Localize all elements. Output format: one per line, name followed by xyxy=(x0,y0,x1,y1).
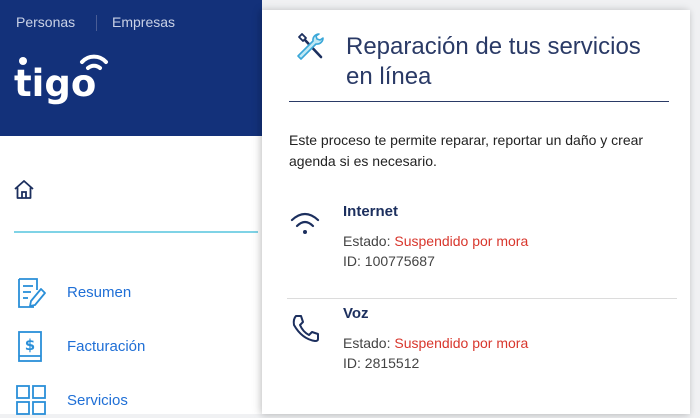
sidebar-item-label: Facturación xyxy=(67,338,146,355)
service-name: Internet xyxy=(343,203,399,220)
status-value: Suspendido por mora xyxy=(394,233,529,249)
invoice-dollar-icon: $ xyxy=(18,331,42,362)
sidebar: Personas Empresas tigo Resumen $ Factura… xyxy=(0,0,262,415)
sidebar-divider xyxy=(14,231,258,233)
sidebar-item-servicios[interactable]: Servicios xyxy=(14,384,254,418)
nav-empresas-link[interactable]: Empresas xyxy=(112,14,175,30)
document-edit-icon xyxy=(18,278,46,308)
status-label: Estado: xyxy=(343,335,391,351)
logo-text: tigo xyxy=(14,62,96,105)
id-value: 100775687 xyxy=(364,253,435,269)
id-label: ID: xyxy=(343,253,361,269)
service-divider xyxy=(287,298,677,299)
nav-personas-link[interactable]: Personas xyxy=(16,14,75,30)
topnav-separator xyxy=(96,15,97,31)
id-label: ID: xyxy=(343,355,361,371)
page-title: Reparación de tus servicios en línea xyxy=(346,33,641,90)
sidebar-item-facturacion[interactable]: $ Facturación xyxy=(14,330,254,364)
sidebar-item-label: Servicios xyxy=(67,392,128,409)
home-icon xyxy=(14,180,34,199)
service-id: ID: 100775687 xyxy=(343,253,435,269)
top-navigation: Personas Empresas xyxy=(0,0,262,38)
sidebar-item-home[interactable] xyxy=(12,178,262,206)
repair-panel: Reparación de tus servicios en línea Est… xyxy=(262,10,690,414)
tigo-logo[interactable]: tigo xyxy=(14,50,114,110)
id-value: 2815512 xyxy=(364,355,420,371)
grid-icon xyxy=(16,385,46,415)
status-label: Estado: xyxy=(343,233,391,249)
tools-icon xyxy=(297,33,324,60)
status-value: Suspendido por mora xyxy=(394,335,529,351)
svg-text:$: $ xyxy=(25,336,35,354)
phone-icon xyxy=(292,315,319,342)
title-divider xyxy=(289,101,669,102)
wifi-icon xyxy=(290,212,320,234)
service-name: Voz xyxy=(343,305,369,322)
sidebar-item-resumen[interactable]: Resumen xyxy=(14,276,254,310)
service-status: Estado: Suspendido por mora xyxy=(343,233,528,249)
intro-text: Este proceso te permite reparar, reporta… xyxy=(289,132,644,169)
sidebar-item-label: Resumen xyxy=(67,284,132,301)
service-status: Estado: Suspendido por mora xyxy=(343,335,528,351)
service-card-internet[interactable]: Internet Estado: Suspendido por mora ID:… xyxy=(289,203,679,273)
service-id: ID: 2815512 xyxy=(343,355,419,371)
brand-header: tigo xyxy=(0,38,262,136)
service-card-voz[interactable]: Voz Estado: Suspendido por mora ID: 2815… xyxy=(289,305,679,375)
